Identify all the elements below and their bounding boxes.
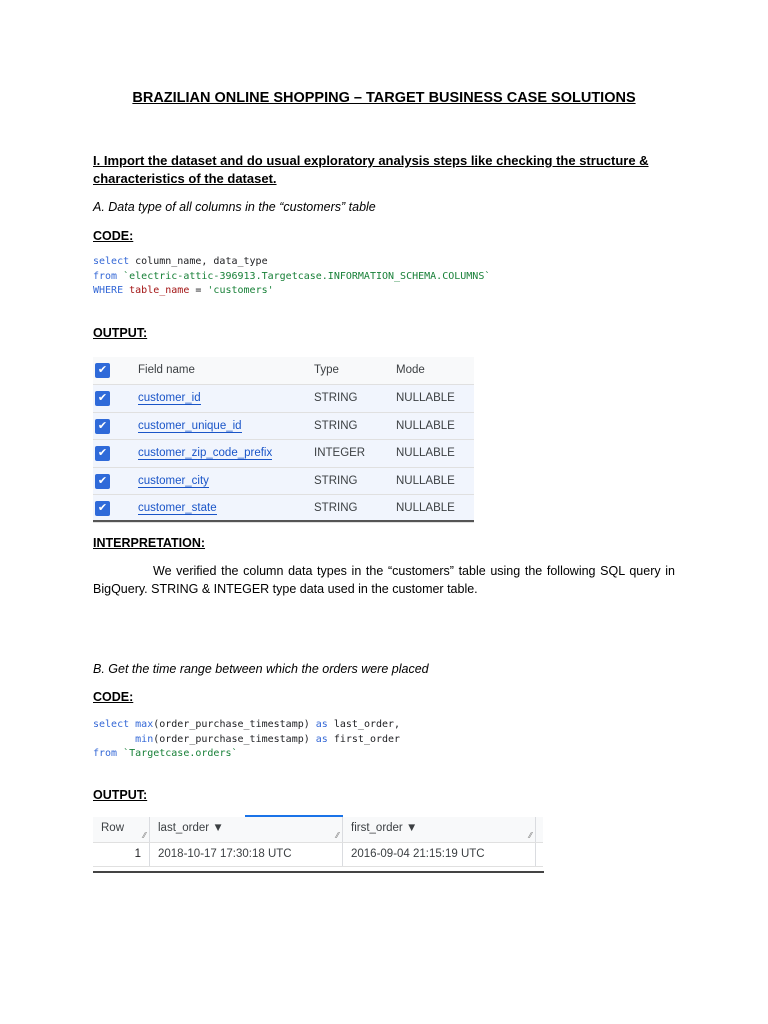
code-token: (order_purchase_timestamp) (153, 719, 316, 730)
code-label: CODE: (93, 229, 134, 243)
sort-dropdown-icon[interactable]: ▼ (406, 822, 417, 834)
field-name-link[interactable]: customer_id (138, 392, 201, 405)
field-type: INTEGER (314, 447, 366, 459)
field-type: STRING (314, 474, 358, 487)
table-header: Row ⁄⁄ last_order ▼ ⁄⁄ first_order ▼ ⁄⁄ (93, 817, 543, 843)
table-header: ✔ Field name Type Mode (93, 357, 474, 385)
table-row: ✔ customer_zip_code_prefix INTEGER NULLABLE (93, 440, 474, 468)
field-name-link[interactable]: customer_state (138, 502, 217, 515)
code-line: from `electric-attic-396913.Targetcase.I… (93, 270, 490, 285)
row-checkbox[interactable]: ✔ (95, 391, 110, 406)
code-line: select max(order_purchase_timestamp) as … (93, 718, 400, 733)
section-heading: I. Import the dataset and do usual explo… (93, 153, 649, 186)
code-token: column_name, data_type (129, 256, 268, 267)
field-mode: NULLABLE (396, 474, 455, 487)
code-line: min(order_purchase_timestamp) as first_o… (93, 733, 400, 748)
code-token: max (135, 719, 154, 730)
header-first-order[interactable]: first_order ▼ ⁄⁄ (343, 817, 536, 842)
first-order-value: 2016-09-04 21:15:19 UTC (343, 843, 536, 866)
interpretation-label: INTERPRETATION: (93, 536, 206, 550)
row-checkbox[interactable]: ✔ (95, 501, 110, 516)
code-token: = (189, 285, 208, 296)
header-last-order[interactable]: last_order ▼ ⁄⁄ (150, 817, 343, 842)
field-mode: NULLABLE (396, 502, 455, 514)
field-type: STRING (314, 502, 358, 514)
code-token: as (315, 719, 328, 730)
resize-handle-icon[interactable]: ⁄⁄ (336, 831, 339, 840)
code-line: WHERE table_name = 'customers' (93, 284, 490, 299)
resize-handle-icon[interactable]: ⁄⁄ (143, 831, 146, 840)
code-token: select (93, 256, 130, 267)
header-label: first_order (351, 822, 403, 834)
header-field-name: Field name (138, 364, 195, 376)
code-label: CODE: (93, 690, 134, 704)
code-token: from (93, 270, 118, 282)
header-mode: Mode (396, 364, 425, 376)
table-row: ✔ customer_city STRING NULLABLE (93, 467, 474, 495)
code-token: (order_purchase_timestamp) (153, 733, 316, 745)
field-type: STRING (314, 419, 358, 432)
table-row: ✔ customer_unique_id STRING NULLABLE (93, 412, 474, 440)
document-page: BRAZILIAN ONLINE SHOPPING – TARGET BUSIN… (0, 0, 768, 1024)
last-order-value: 2018-10-17 17:30:18 UTC (150, 843, 343, 866)
code-token: select (93, 719, 130, 730)
code-token: last_order, (327, 719, 401, 730)
row-number: 1 (93, 843, 150, 866)
code-token: `electric-attic-396913.Targetcase.INFORM… (117, 270, 491, 282)
code-block-b: select max(order_purchase_timestamp) as … (93, 718, 400, 762)
header-label: last_order (158, 822, 210, 834)
schema-table: ✔ Field name Type Mode ✔ customer_id STRIN… (93, 357, 474, 523)
code-token: WHERE (93, 285, 124, 296)
row-checkbox[interactable]: ✔ (95, 418, 110, 434)
field-mode: NULLABLE (396, 392, 455, 404)
select-all-checkbox[interactable]: ✔ (95, 363, 110, 378)
code-token: table_name (123, 285, 190, 296)
field-name-link[interactable]: customer_unique_id (138, 420, 242, 433)
field-mode: NULLABLE (396, 447, 455, 459)
row-checkbox[interactable]: ✔ (95, 473, 110, 489)
code-token: 'customers' (207, 285, 274, 296)
output-label: OUTPUT: (93, 326, 148, 340)
divider (93, 871, 544, 873)
results-table: Row ⁄⁄ last_order ▼ ⁄⁄ first_order ▼ ⁄⁄ 1 2… (93, 817, 543, 867)
part-a-subtitle: A. Data type of all columns in the “cust… (93, 200, 376, 214)
code-token: as (315, 733, 328, 745)
code-line: from `Targetcase.orders` (93, 747, 400, 762)
divider (93, 520, 474, 522)
code-token: min (135, 733, 154, 745)
row-checkbox[interactable]: ✔ (95, 446, 110, 461)
table-row: 1 2018-10-17 17:30:18 UTC 2016-09-04 21:… (93, 843, 543, 867)
header-label: Row (101, 822, 125, 834)
code-token: first_order (327, 733, 401, 745)
sort-dropdown-icon[interactable]: ▼ (212, 822, 223, 834)
field-type: STRING (314, 392, 358, 404)
code-token: from (93, 748, 118, 759)
part-b-subtitle: B. Get the time range between which the … (93, 662, 429, 676)
field-name-link[interactable]: customer_city (138, 475, 209, 488)
table-row: ✔ customer_id STRING NULLABLE (93, 385, 474, 413)
resize-handle-icon[interactable]: ⁄⁄ (529, 831, 532, 840)
code-line: select column_name, data_type (93, 255, 490, 270)
code-token: `Targetcase.orders` (117, 748, 238, 759)
output-label: OUTPUT: (93, 788, 148, 802)
code-block-a: select column_name, data_type from `elect… (93, 255, 490, 299)
interpretation-text: We verified the column data types in the… (93, 564, 675, 596)
table-row: ✔ customer_state STRING NULLABLE (93, 495, 474, 523)
field-name-link[interactable]: customer_zip_code_prefix (138, 447, 273, 460)
field-mode: NULLABLE (396, 419, 455, 432)
header-row: Row ⁄⁄ (93, 817, 150, 842)
document-title: BRAZILIAN ONLINE SHOPPING – TARGET BUSIN… (132, 90, 636, 106)
header-type: Type (314, 364, 339, 376)
